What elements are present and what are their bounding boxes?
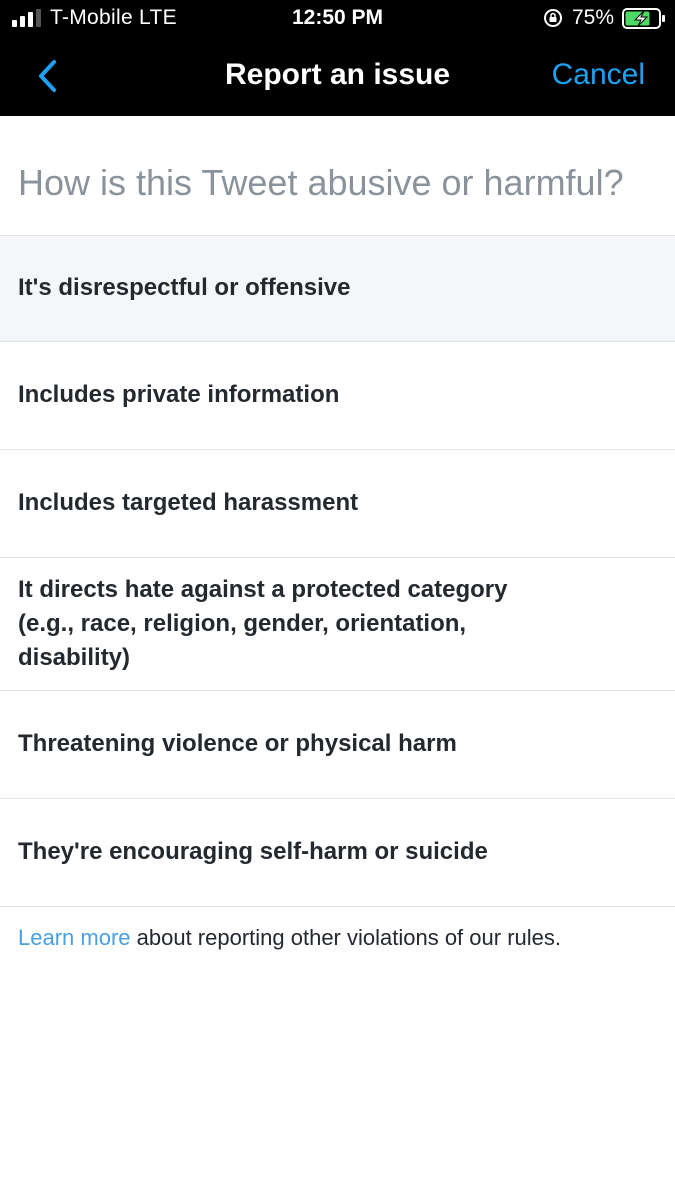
option-label: Includes targeted harassment bbox=[18, 489, 359, 516]
option-disrespectful[interactable]: It's disrespectful or offensive bbox=[0, 236, 675, 341]
option-targeted-harassment[interactable]: Includes targeted harassment bbox=[0, 450, 675, 557]
option-label: It directs hate against a protected cate… bbox=[18, 576, 508, 671]
top-bar: T-Mobile LTE 12:50 PM 75% Report an issu… bbox=[0, 0, 675, 116]
divider bbox=[0, 906, 675, 907]
question-heading: How is this Tweet abusive or harmful? bbox=[18, 162, 624, 203]
option-label: Threatening violence or physical harm bbox=[18, 730, 457, 757]
battery-charging-icon bbox=[622, 8, 665, 29]
learn-more-link[interactable]: Learn more bbox=[18, 925, 131, 950]
option-violence[interactable]: Threatening violence or physical harm bbox=[0, 691, 675, 798]
option-self-harm[interactable]: They're encouraging self-harm or suicide bbox=[0, 799, 675, 906]
cancel-button[interactable]: Cancel bbox=[552, 58, 645, 92]
footer-suffix: about reporting other violations of our … bbox=[130, 925, 561, 950]
rotation-lock-icon bbox=[544, 9, 562, 27]
status-bar: T-Mobile LTE 12:50 PM 75% bbox=[0, 0, 675, 36]
option-label: It's disrespectful or offensive bbox=[18, 274, 351, 301]
footer-text: Learn more about reporting other violati… bbox=[18, 925, 561, 951]
option-label: Includes private information bbox=[18, 381, 340, 408]
option-label: They're encouraging self-harm or suicide bbox=[18, 838, 488, 865]
battery-percent: 75% bbox=[572, 6, 615, 29]
option-hateful-conduct[interactable]: It directs hate against a protected cate… bbox=[0, 558, 675, 690]
option-private-info[interactable]: Includes private information bbox=[0, 342, 675, 449]
